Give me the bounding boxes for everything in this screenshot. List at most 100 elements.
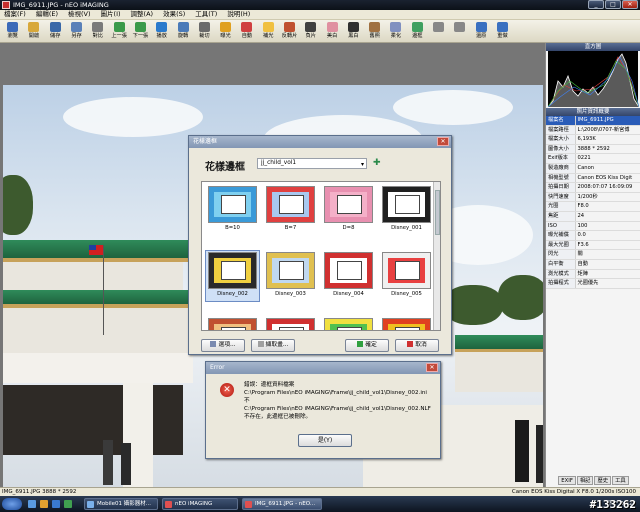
exif-value: 24 [575,211,640,222]
toolbar-button[interactable]: 播放 [151,20,172,43]
exif-row[interactable]: 檔案名 IMG_6911.JPG [546,116,640,126]
toolbar-button[interactable]: 上一張 [108,20,129,43]
exif-row[interactable]: 檔案大小 6,193K [546,134,640,145]
exif-row[interactable]: 光圈 F8.0 [546,201,640,212]
frame-preview [324,318,373,330]
fill-light-icon [262,22,274,32]
toolbar-button[interactable]: 曝光 [215,20,236,43]
toolbar-button-label: 邊框 [412,33,423,39]
toolbar-button[interactable]: 負片 [300,20,321,43]
task-image-window[interactable]: IMG_6911.JPG - nEO... [242,498,322,510]
ok-button[interactable]: 確定 [345,339,389,352]
toolbar-button[interactable]: 旋轉 [172,20,193,43]
exif-row[interactable]: 圖像大小 3888 * 2592 [546,144,640,155]
options-button[interactable]: 選項... [201,339,245,352]
tab-notes[interactable]: 相記 [576,476,594,485]
add-frame-icon[interactable]: ✚ [373,159,382,168]
exif-row[interactable]: 拍攝程式 光圈優先 [546,278,640,289]
minimize-button[interactable]: _ [588,0,604,9]
toolbar-button[interactable]: 另存 [66,20,87,43]
toolbar-button[interactable]: 下一張 [130,20,151,43]
whitening-icon [326,22,338,32]
tab-exif[interactable]: EXIF [558,476,576,485]
tab-tools[interactable]: 工具 [612,476,629,485]
cancel-button[interactable]: 取消 [395,339,439,352]
toolbar-button[interactable]: 邊框 [407,20,428,43]
task-browser[interactable]: Mobile01 攝影器材... [84,498,158,510]
scrollbar[interactable] [433,182,440,330]
maximize-button[interactable]: □ [605,0,621,9]
frame-thumbnail[interactable] [206,317,259,330]
frame-thumbnail[interactable]: Disney_002 [205,250,260,302]
toolbar-button[interactable]: 黑白 [343,20,364,43]
toolbar-button[interactable]: 重做 [492,20,513,43]
toolbar-button[interactable]: 儲存 [45,20,66,43]
exif-row[interactable]: 最大光圈 F3.6 [546,240,640,251]
capture-button[interactable]: 擷取畫... [251,339,295,352]
frame-thumbnail[interactable] [380,317,433,330]
frame-thumbnail[interactable]: B=10 [206,185,259,235]
exif-key: 檔案名 [546,116,576,126]
toolbar-button[interactable]: 美白 [321,20,342,43]
toolbar-button[interactable]: 還原 [471,20,492,43]
exif-row[interactable]: ISO 100 [546,221,640,232]
menu-image[interactable]: 圖片(I) [101,10,121,19]
error-ok-button[interactable]: 是(Y) [298,434,352,447]
tab-history[interactable]: 歷史 [594,476,612,485]
exif-row[interactable]: 相機型號 Canon EOS Kiss Digit [546,173,640,184]
menu-edit[interactable]: 編輯(E) [36,10,58,19]
explorer-icon[interactable] [40,500,48,508]
error-dialog-close-button[interactable]: ✕ [426,363,438,372]
toolbar-button[interactable]: 對比 [87,20,108,43]
frame-thumbnail[interactable] [264,317,317,330]
histogram-graph [547,53,640,108]
toolbar-button[interactable] [428,20,449,43]
menu-tools[interactable]: 工具(T) [195,10,217,19]
menu-view[interactable]: 檢視(V) [68,10,91,19]
menu-adjust[interactable]: 調整(A) [131,10,154,19]
toolbar-button-label: 瀏覽 [7,33,18,39]
media-icon[interactable] [64,500,72,508]
frame-thumbnail[interactable]: Disney_005 [380,251,433,301]
exif-row[interactable]: Exif版本 0221 [546,153,640,164]
frame-thumbnail[interactable] [322,317,375,330]
start-button[interactable] [2,498,22,510]
menu-effects[interactable]: 效果(S) [163,10,185,19]
frame-thumbnail[interactable]: Disney_001 [380,185,433,235]
toolbar-button[interactable] [449,20,470,43]
exif-row[interactable]: 拍攝日期 2008:07:07 16:09:09 [546,182,640,193]
menu-file[interactable]: 檔案(F) [4,10,26,19]
exif-row[interactable]: 檔案路徑 L:\2008\0707-新宮博 [546,125,640,136]
exif-row[interactable]: 閃光關 [546,249,640,260]
task-neo-imaging[interactable]: nEO iMAGING [162,498,238,510]
exif-row[interactable]: 焦距 24 [546,211,640,222]
frame-thumbnail[interactable]: Disney_003 [264,251,317,301]
toolbar-button[interactable]: 柔化 [385,20,406,43]
scrollbar-thumb[interactable] [435,190,440,235]
frame-thumbnail[interactable]: B=7 [264,185,317,235]
options-icon [210,341,217,347]
toolbar-button[interactable]: 開啟 [23,20,44,43]
browser-icon[interactable] [52,500,60,508]
show-desktop-icon[interactable] [28,500,36,508]
menu-help[interactable]: 說明(H) [227,10,250,19]
frame-dialog-close-button[interactable]: ✕ [437,137,449,146]
toolbar-button[interactable]: 反轉片 [279,20,300,43]
exif-row[interactable]: 測光模式 矩陣 [546,269,640,280]
capture-label: 擷取畫... [265,342,289,348]
toolbar-button[interactable]: 補光 [258,20,279,43]
exif-row[interactable]: 快門速度 1/200秒 [546,192,640,203]
close-button[interactable]: ✕ [622,0,638,9]
toolbar-button[interactable]: 瀏覽 [2,20,23,43]
frame-category-select[interactable]: jj_child_vol1 ▾ [257,158,367,169]
toolbar-button[interactable]: 自動 [236,20,257,43]
exif-row[interactable]: 曝光補償 0.0 [546,230,640,241]
frame-thumbnail[interactable]: D=8 [322,185,375,235]
toolbar-button[interactable]: 裁切 [194,20,215,43]
exposure-icon [220,22,232,32]
exif-row[interactable]: 製造廠商 Canon [546,163,640,174]
toolbar-button[interactable]: 舊照 [364,20,385,43]
options-label: 選項... [218,342,236,348]
exif-row[interactable]: 白平衡 自動 [546,259,640,270]
frame-thumbnail[interactable]: Disney_004 [322,251,375,301]
